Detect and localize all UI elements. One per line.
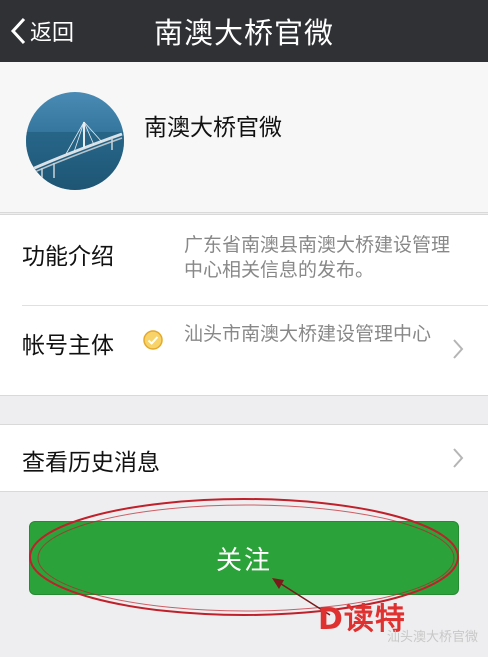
bridge-image bbox=[26, 92, 124, 190]
account-avatar[interactable] bbox=[26, 92, 124, 190]
profile-header: 南澳大桥官微 bbox=[0, 62, 488, 213]
watermark-text: 汕头澳大桥官微 bbox=[386, 630, 478, 645]
chevron-right-icon bbox=[453, 448, 464, 468]
intro-value: 广东省南澳县南澳大桥建设管理中心相关信息的发布。 bbox=[184, 234, 451, 281]
chevron-right-icon bbox=[453, 339, 464, 359]
navigation-bar: 返回 南澳大桥官微 bbox=[0, 0, 488, 62]
intro-label: 功能介绍 bbox=[22, 244, 114, 270]
verified-badge-icon bbox=[143, 330, 163, 350]
owner-value: 汕头市南澳大桥建设管理中心 bbox=[184, 323, 432, 345]
follow-button[interactable]: 关注 bbox=[29, 521, 459, 595]
owner-row[interactable]: 帐号主体 汕头市南澳大桥建设管理中心 bbox=[0, 306, 488, 394]
history-messages-row[interactable]: 查看历史消息 bbox=[0, 424, 488, 492]
page-title: 南澳大桥官微 bbox=[153, 16, 334, 50]
history-label: 查看历史消息 bbox=[22, 450, 160, 476]
intro-row: 功能介绍 广东省南澳县南澳大桥建设管理中心相关信息的发布。 bbox=[0, 215, 488, 305]
account-name: 南澳大桥官微 bbox=[144, 115, 282, 141]
owner-label: 帐号主体 bbox=[22, 333, 114, 359]
account-info-card: 功能介绍 广东省南澳县南澳大桥建设管理中心相关信息的发布。 帐号主体 汕头市南澳… bbox=[0, 214, 488, 396]
